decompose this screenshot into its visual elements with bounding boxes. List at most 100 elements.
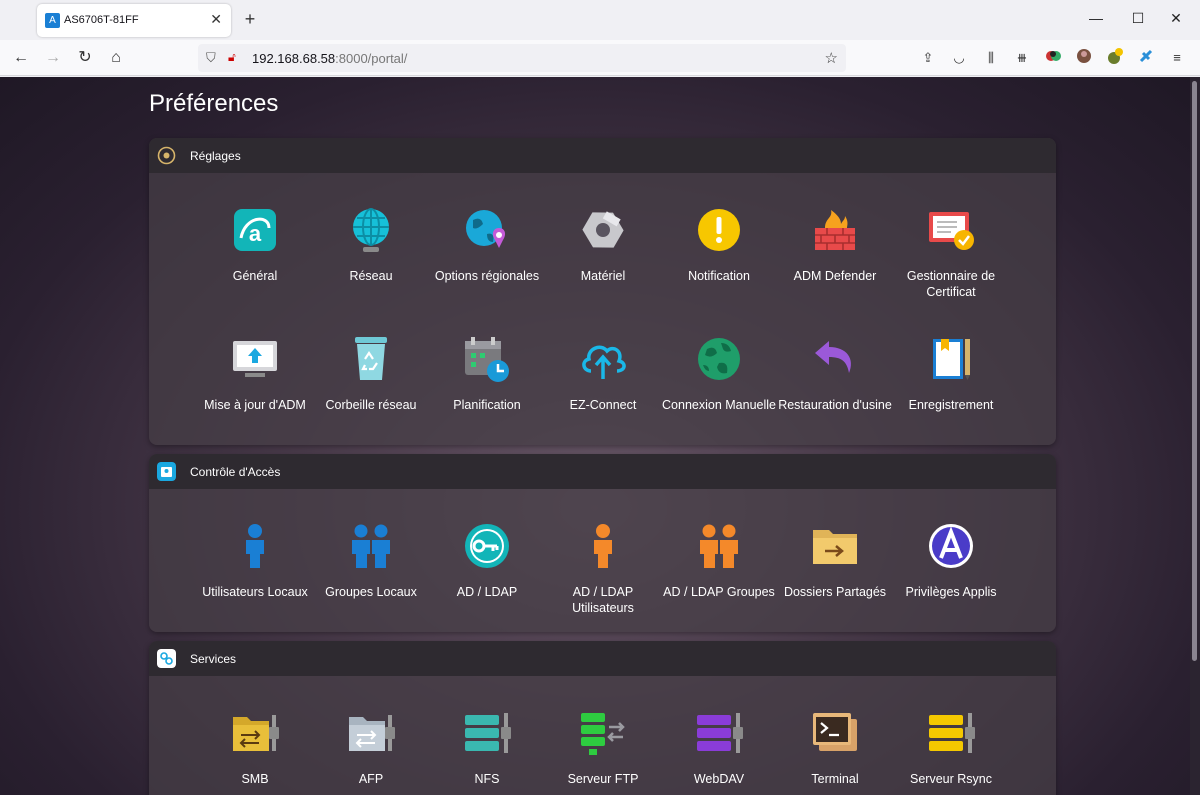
app-tile-label: Enregistrement <box>908 398 994 412</box>
maximize-icon[interactable]: ☐ <box>1118 10 1158 27</box>
menu-icon[interactable]: ≡ <box>1166 48 1188 68</box>
insecure-lock-icon[interactable]: 🔓︎ <box>228 50 236 65</box>
app-tile-ad-ldap-users[interactable]: AD / LDAP Utilisateurs <box>545 522 661 616</box>
section-header: Contrôle d'Accès <box>149 454 1056 489</box>
bookmark-star-icon[interactable]: ☆ <box>825 49 838 67</box>
app-tile-nfs[interactable]: NFS <box>429 709 545 787</box>
nfs-server-icon <box>465 713 511 753</box>
app-tile-general[interactable]: a Général <box>197 206 313 284</box>
navigation-bar: ← → ↻ ⌂ ⛉ 🔓︎ 192.168.68.58:8000/portal/ … <box>0 40 1200 76</box>
registration-icon <box>933 339 970 380</box>
app-tile-notification[interactable]: Notification <box>661 206 777 284</box>
terminal-icon <box>813 713 857 751</box>
adm-update-icon <box>233 341 277 377</box>
webdav-server-icon <box>697 713 743 753</box>
page-title: Préférences <box>149 90 279 117</box>
back-icon[interactable]: ← <box>10 47 32 69</box>
key-icon <box>465 524 509 568</box>
app-privileges-icon <box>929 524 973 568</box>
network-icon <box>353 208 389 252</box>
regional-options-icon <box>466 210 506 248</box>
app-tile-label: Mise à jour d'ADM <box>204 398 306 412</box>
app-tile-regional-options[interactable]: Options régionales <box>429 206 545 284</box>
app-tile-registration[interactable]: Enregistrement <box>893 335 1009 413</box>
app-tile-label: Connexion Manuelle <box>662 398 776 412</box>
app-tile-label: NFS <box>474 772 500 786</box>
addon-icon[interactable] <box>1042 48 1064 68</box>
close-tab-icon[interactable]: ✕ <box>210 11 222 28</box>
shared-folder-icon <box>813 530 857 564</box>
extension-icon[interactable]: ⇪ <box>917 48 939 68</box>
section-services: Services SMB AFP NFS Serveur FTP WebDAV … <box>149 641 1056 795</box>
section-title: Services <box>190 652 237 666</box>
portal-page: Préférences Réglages a Général Réseau Op… <box>0 77 1190 795</box>
app-tile-label: Matériel <box>580 269 626 283</box>
app-tile-label: Terminal <box>811 772 859 786</box>
app-tile-webdav[interactable]: WebDAV <box>661 709 777 787</box>
app-tile-local-groups[interactable]: Groupes Locaux <box>313 522 429 600</box>
app-tile-label: AD / LDAP Groupes <box>663 585 775 599</box>
address-bar[interactable]: ⛉ 🔓︎ 192.168.68.58:8000/portal/ ☆ <box>198 44 846 72</box>
tracking-shield-icon[interactable]: ⛉ <box>206 50 216 66</box>
app-tile-ad-ldap-groups[interactable]: AD / LDAP Groupes <box>661 522 777 600</box>
browser-tab[interactable]: A AS6706T-81FF ✕ <box>37 4 231 37</box>
app-tile-ez-connect[interactable]: EZ-Connect <box>545 335 661 413</box>
firewall-icon <box>815 210 855 250</box>
library-icon[interactable]: ⫼ <box>980 48 1002 68</box>
app-tile-rsync-server[interactable]: Serveur Rsync <box>893 709 1009 787</box>
user-icon <box>246 524 264 568</box>
app-tile-label: Options régionales <box>434 269 540 283</box>
gear-icon <box>157 146 176 165</box>
puzzle-addon-icon[interactable] <box>1135 48 1157 68</box>
site-favicon-icon: A <box>45 13 60 28</box>
avatar-icon[interactable] <box>1073 48 1095 68</box>
app-tile-app-privileges[interactable]: Privilèges Applis <box>893 522 1009 600</box>
app-tile-adm-update[interactable]: Mise à jour d'ADM <box>197 335 313 413</box>
app-tile-schedule[interactable]: Planification <box>429 335 545 413</box>
app-tile-ftp-server[interactable]: Serveur FTP <box>545 709 661 787</box>
reload-icon[interactable]: ↻ <box>74 47 96 69</box>
app-tile-label: WebDAV <box>693 772 745 786</box>
app-tile-terminal[interactable]: Terminal <box>777 709 893 787</box>
app-tile-label: AFP <box>358 772 384 786</box>
app-tile-network[interactable]: Réseau <box>313 206 429 284</box>
general-icon: a <box>234 209 276 251</box>
app-tile-ad-ldap[interactable]: AD / LDAP <box>429 522 545 600</box>
home-icon[interactable]: ⌂ <box>105 47 127 69</box>
app-tile-label: ADM Defender <box>793 269 877 283</box>
app-tile-label: Réseau <box>349 269 393 283</box>
url-text[interactable]: 192.168.68.58:8000/portal/ <box>252 51 407 66</box>
app-tile-factory-reset[interactable]: Restauration d'usine <box>777 335 893 413</box>
app-tile-shared-folders[interactable]: Dossiers Partagés <box>777 522 893 600</box>
new-tab-icon[interactable]: + <box>240 9 260 30</box>
notification-icon <box>698 209 740 251</box>
minimize-icon[interactable]: — <box>1076 10 1116 26</box>
app-tile-certificate-manager[interactable]: Gestionnaire de Certificat <box>893 206 1009 300</box>
forward-icon[interactable]: → <box>42 47 64 69</box>
addon-warning-icon[interactable] <box>1104 48 1126 68</box>
app-tile-hardware[interactable]: Matériel <box>545 206 661 284</box>
undo-arrow-icon <box>815 341 851 373</box>
cloud-upload-icon <box>582 345 626 379</box>
scrollbar-thumb[interactable] <box>1192 81 1197 661</box>
rsync-server-icon <box>929 713 975 753</box>
app-tile-label: EZ-Connect <box>569 398 637 412</box>
app-tile-label: Général <box>232 269 278 283</box>
app-tile-label: Dossiers Partagés <box>783 585 887 599</box>
bookmarks-icon[interactable]: ⧻ <box>1011 48 1033 68</box>
pocket-icon[interactable]: ◡ <box>948 48 970 68</box>
app-tile-label: Notification <box>688 269 750 283</box>
app-tile-adm-defender[interactable]: ADM Defender <box>777 206 893 284</box>
app-tile-smb[interactable]: SMB <box>197 709 313 787</box>
app-tile-network-recycle-bin[interactable]: Corbeille réseau <box>313 335 429 413</box>
app-tile-local-users[interactable]: Utilisateurs Locaux <box>197 522 313 600</box>
section-header: Réglages <box>149 138 1056 173</box>
users-group-icon <box>700 524 738 568</box>
app-tile-label: Serveur Rsync <box>910 772 992 786</box>
app-tile-manual-connection[interactable]: Connexion Manuelle <box>661 335 777 413</box>
app-tile-afp[interactable]: AFP <box>313 709 429 787</box>
recycle-bin-icon <box>355 337 387 380</box>
users-group-icon <box>352 524 390 568</box>
close-window-icon[interactable]: ✕ <box>1156 10 1196 27</box>
page-scrollbar[interactable] <box>1190 77 1200 795</box>
